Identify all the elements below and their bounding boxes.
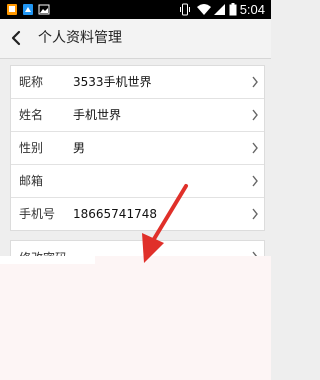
title-bar: 个人资料管理 bbox=[0, 19, 271, 59]
annotation-arrow-icon bbox=[142, 184, 188, 263]
row-label: 手机号 bbox=[19, 207, 56, 221]
app-icon bbox=[23, 4, 33, 15]
image-icon bbox=[38, 4, 50, 15]
battery-icon bbox=[229, 3, 237, 16]
row-value: 男 bbox=[73, 141, 86, 155]
chevron-right-icon bbox=[252, 109, 258, 121]
chevron-right-icon bbox=[252, 142, 258, 154]
chevron-right-icon bbox=[252, 208, 258, 220]
back-arrow-icon[interactable] bbox=[10, 30, 22, 46]
chevron-right-icon bbox=[252, 175, 258, 187]
overlay-panel bbox=[0, 256, 271, 380]
wifi-icon bbox=[197, 4, 211, 15]
row-value: 3533手机世界 bbox=[73, 75, 152, 89]
row-label: 昵称 bbox=[19, 75, 44, 89]
row-name[interactable]: 姓名 手机世界 bbox=[11, 99, 264, 132]
overlay-strip bbox=[0, 256, 95, 264]
signal-icon bbox=[214, 4, 225, 15]
status-time: 5:04 bbox=[239, 2, 265, 17]
row-label: 姓名 bbox=[19, 108, 44, 122]
row-nickname[interactable]: 昵称 3533手机世界 bbox=[11, 66, 264, 99]
row-label: 邮箱 bbox=[19, 174, 44, 188]
row-gender[interactable]: 性别 男 bbox=[11, 132, 264, 165]
vibrate-icon bbox=[180, 3, 190, 16]
status-bar: 5:04 bbox=[0, 0, 271, 19]
phone-icon bbox=[7, 4, 17, 15]
row-label: 性别 bbox=[19, 141, 44, 155]
chevron-right-icon bbox=[252, 76, 258, 88]
row-value: 手机世界 bbox=[73, 108, 122, 122]
page-title: 个人资料管理 bbox=[38, 30, 122, 46]
